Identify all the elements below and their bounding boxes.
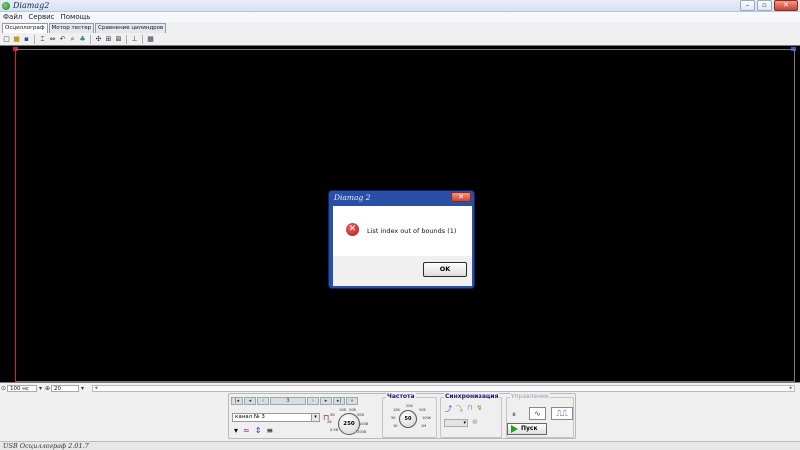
frequency-knob[interactable]: 50 — [399, 410, 417, 428]
undo-icon[interactable]: ↶ — [58, 35, 67, 44]
status-bar: USB Осциллограф 2.01.7 — [0, 441, 800, 450]
scroll-right-icon[interactable]: ▸ — [788, 386, 794, 391]
wave-edit-icon[interactable]: ≈ — [243, 427, 250, 435]
window-controls: – ▫ ✕ — [740, 0, 798, 12]
next-frame-button[interactable]: ▸ — [320, 397, 332, 405]
rising-edge-icon[interactable]: ⤴ — [445, 404, 452, 414]
play-icon — [511, 425, 518, 433]
lines-icon[interactable]: ≡ — [266, 427, 273, 435]
window-title: Diamag2 — [13, 1, 50, 10]
new-file-icon[interactable]: ▢ — [2, 35, 11, 44]
channel-select[interactable]: канал № 3 ▾ — [232, 413, 320, 422]
frequency-title: Частота — [386, 393, 416, 400]
chevron-down-icon[interactable]: ▾ — [37, 385, 44, 392]
pause-icon[interactable]: ⏸ — [512, 410, 516, 420]
toolbar-separator — [126, 35, 127, 44]
step-forward-button[interactable]: › — [307, 397, 319, 405]
chevron-down-icon[interactable]: ▾ — [311, 414, 319, 421]
mode-tabs: Осциллограф Мотор тестер Сравнение цилин… — [2, 23, 167, 33]
ok-button[interactable]: OK — [423, 262, 467, 277]
cursor-marker-icon[interactable]: ⌶ — [38, 35, 47, 44]
title-bar: Diamag2 – ▫ ✕ — [0, 0, 800, 12]
sync-icons-top: ⤴ ⤵ ⊓ ↯ — [445, 404, 482, 414]
measure-icon[interactable]: ⊥ — [130, 35, 139, 44]
falling-edge-icon[interactable]: ⤵ — [456, 404, 463, 414]
prev-frame-button[interactable]: ◂ — [244, 397, 256, 405]
open-folder-icon[interactable]: ■ — [12, 35, 21, 44]
frequency-group: Частота 20K 10K 50K 5K 100K 1K 1M 50 — [382, 393, 437, 438]
channel-value: канал № 3 — [235, 414, 265, 420]
zoom-icon[interactable]: ⌕ — [68, 35, 77, 44]
tab-motor-tester[interactable]: Мотор тестер — [48, 23, 95, 33]
error-dialog: Diamag 2 ✕ ✕ List index out of bounds (1… — [328, 190, 475, 289]
close-window-button[interactable]: ✕ — [774, 0, 798, 11]
chevron-down-icon[interactable]: ▾ — [79, 385, 86, 392]
menu-help[interactable]: Помощь — [61, 12, 91, 22]
amplitude-icon: ⊕ — [44, 385, 51, 392]
dialog-title: Diamag 2 — [334, 193, 371, 202]
channel-tools: ▾ ≈ ⇕ ≡ — [234, 427, 273, 435]
dialog-close-button[interactable]: ✕ — [451, 192, 471, 202]
tab-oscilloscope[interactable]: Осциллограф — [2, 23, 48, 33]
vertical-shift-icon[interactable]: ⇕ — [255, 427, 262, 435]
status-text: USB Осциллограф 2.01.7 — [3, 442, 89, 450]
dialog-content: ✕ List index out of bounds (1) — [333, 206, 472, 256]
first-frame-button[interactable]: |◂ — [231, 397, 243, 405]
control-title: Управление — [510, 393, 550, 400]
frame-number: 3 — [270, 397, 306, 405]
app-icon — [2, 2, 10, 10]
sine-wave-button[interactable]: ∿ — [529, 407, 546, 420]
timebase-select[interactable]: 100 нс — [7, 385, 37, 392]
sync-target-icon[interactable]: ⊕ — [472, 418, 478, 426]
start-button[interactable]: Пуск — [507, 423, 547, 435]
pin-icon[interactable]: ▾ — [234, 427, 238, 435]
voltage-knob[interactable]: 250 — [338, 413, 360, 435]
sync-group: Синхронизация ⤴ ⤵ ⊓ ↯ ▾ ⊕ — [440, 393, 502, 438]
grid-icon[interactable]: ⊞ — [104, 35, 113, 44]
clock-icon: ⊙ — [0, 385, 7, 392]
save-icon[interactable]: ▪ — [22, 35, 31, 44]
menu-service[interactable]: Сервис — [28, 12, 54, 22]
toolbar-separator — [90, 35, 91, 44]
tab-cylinder-compare[interactable]: Сравнение цилиндров — [95, 23, 167, 33]
toolbar-separator — [142, 35, 143, 44]
error-icon: ✕ — [346, 223, 359, 236]
start-label: Пуск — [521, 425, 538, 432]
sync-select[interactable]: ▾ — [444, 419, 468, 427]
pulse-wave-button[interactable]: ⎍⎍ — [551, 407, 573, 420]
frame-navigation: |◂ ◂ ‹ 3 › ▸ ▸| » — [231, 397, 358, 405]
dialog-body: ✕ List index out of bounds (1) OK — [333, 206, 472, 286]
minimize-button[interactable]: – — [740, 0, 755, 11]
palette-icon[interactable]: ♣ — [78, 35, 87, 44]
scroll-left-icon[interactable]: ◂ — [93, 386, 99, 391]
step-back-button[interactable]: ‹ — [257, 397, 269, 405]
menu-file[interactable]: Файл — [3, 12, 22, 22]
maximize-button[interactable]: ▫ — [757, 0, 772, 11]
toolbar: ▢ ■ ▪ ⌶ ⇔ ↶ ⌕ ♣ ✣ ⊞ ⊠ ⊥ ▦ — [2, 34, 155, 45]
snap-icon[interactable]: ✣ — [94, 35, 103, 44]
error-message: List index out of bounds (1) — [367, 227, 457, 235]
auto-sync-icon[interactable]: ↯ — [476, 404, 482, 414]
last-frame-button[interactable]: ▸| — [333, 397, 345, 405]
menu-bar: Файл Сервис Помощь — [0, 12, 800, 22]
table-icon[interactable]: ▦ — [146, 35, 155, 44]
level-icon[interactable]: ⊓ — [467, 404, 472, 414]
fit-width-icon[interactable]: ⇔ — [48, 35, 57, 44]
toolbar-separator — [34, 35, 35, 44]
horizontal-scrollbar[interactable]: ◂ ▸ — [92, 385, 795, 392]
sync-title: Синхронизация — [444, 393, 500, 400]
extra-nav-button[interactable]: » — [346, 397, 358, 405]
amplitude-select[interactable]: 20 — [51, 385, 79, 392]
graph-icon[interactable]: ⊠ — [114, 35, 123, 44]
